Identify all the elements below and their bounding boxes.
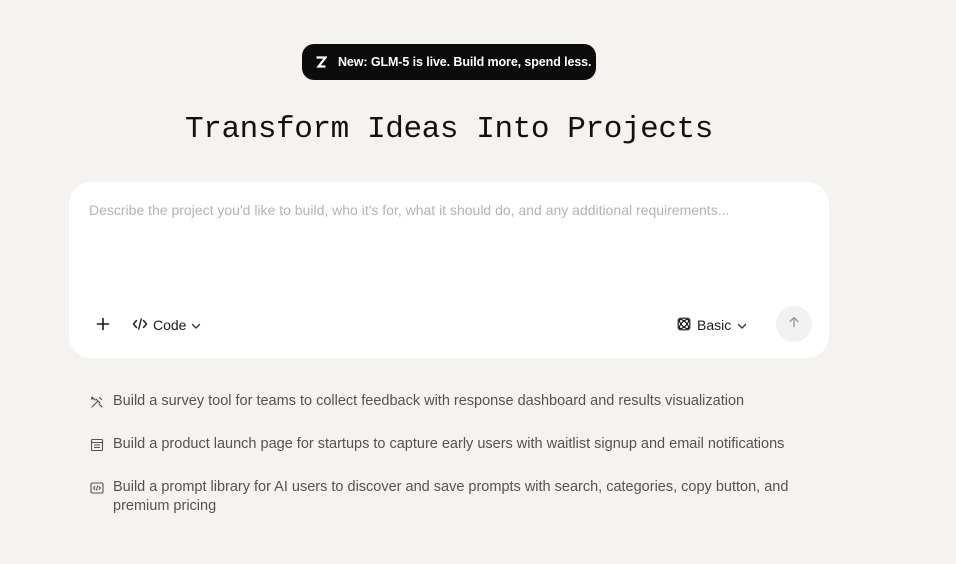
suggestion-item[interactable]: Build a prompt library for AI users to d… [89, 478, 809, 516]
page-icon [89, 437, 105, 453]
prompt-input[interactable] [89, 202, 809, 282]
suggestion-list: Build a survey tool for teams to collect… [89, 392, 809, 516]
suggestion-text: Build a product launch page for startups… [113, 436, 785, 452]
announcement-pill[interactable]: New: GLM-5 is live. Build more, spend le… [302, 44, 596, 80]
add-attachment-button[interactable] [93, 315, 113, 335]
z-logo-icon [314, 55, 328, 69]
tools-icon [89, 394, 105, 410]
announcement-text: New: GLM-5 is live. Build more, spend le… [338, 55, 592, 69]
suggestion-text: Build a survey tool for teams to collect… [113, 393, 745, 409]
atom-icon [677, 317, 691, 334]
plus-icon [96, 317, 110, 334]
tier-dropdown[interactable]: Basic [677, 315, 747, 335]
suggestion-text: Build a prompt library for AI users to d… [113, 479, 789, 514]
arrow-up-icon [788, 315, 800, 333]
send-button[interactable] [776, 306, 812, 342]
mode-dropdown[interactable]: Code [132, 315, 201, 335]
suggestion-item[interactable]: Build a survey tool for teams to collect… [89, 392, 809, 411]
mode-label: Code [153, 317, 187, 333]
code-icon [132, 317, 148, 334]
suggestion-item[interactable]: Build a product launch page for startups… [89, 435, 809, 454]
chevron-down-icon [191, 317, 201, 333]
chevron-down-icon [737, 317, 747, 333]
code-window-icon [89, 480, 105, 496]
prompt-composer: Code Basic [69, 182, 829, 358]
tier-label: Basic [697, 317, 732, 333]
page-title: Transform Ideas Into Projects [185, 112, 713, 147]
